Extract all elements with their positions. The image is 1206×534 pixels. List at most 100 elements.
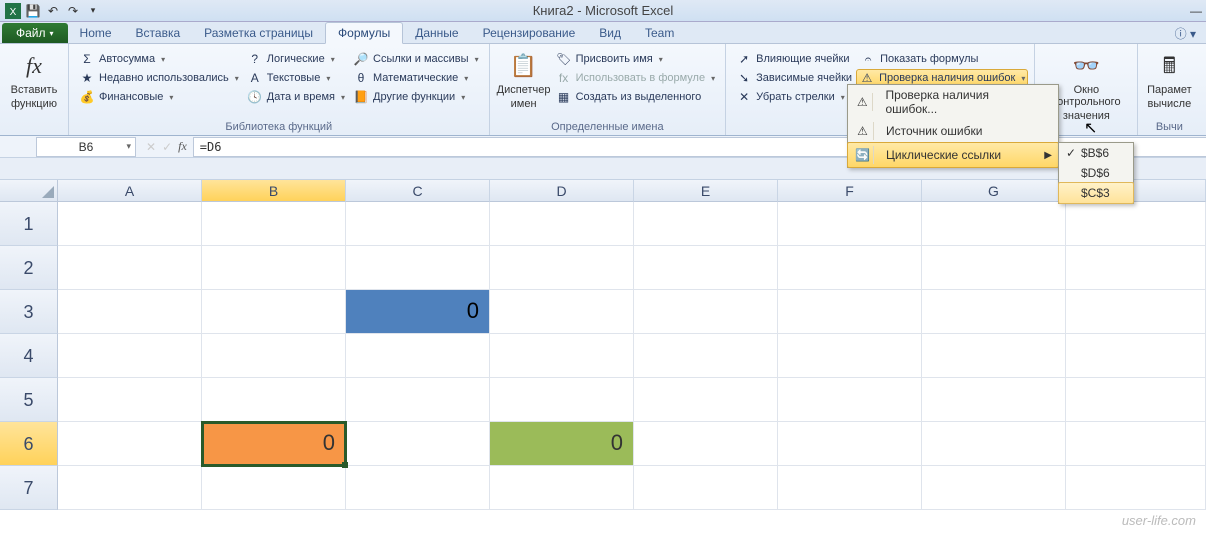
row-header-3[interactable]: 3 <box>0 290 58 334</box>
cell-E4[interactable] <box>634 334 778 378</box>
cell-D1[interactable] <box>490 202 634 246</box>
tab-data[interactable]: Данные <box>403 23 470 43</box>
cell-D3[interactable] <box>490 290 634 334</box>
recently-used-button[interactable]: ★Недавно использовались▾ <box>75 69 243 87</box>
cell-E6[interactable] <box>634 422 778 466</box>
worksheet-grid[interactable]: A B C D E F G 1230456007 <box>0 180 1206 510</box>
cell-B2[interactable] <box>202 246 346 290</box>
tab-home[interactable]: Home <box>68 23 124 43</box>
cell-D2[interactable] <box>490 246 634 290</box>
cell-D7[interactable] <box>490 466 634 510</box>
cell-C2[interactable] <box>346 246 490 290</box>
cell-B7[interactable] <box>202 466 346 510</box>
cell-A7[interactable] <box>58 466 202 510</box>
cell-H3[interactable] <box>1066 290 1206 334</box>
cell-G5[interactable] <box>922 378 1066 422</box>
cell-A2[interactable] <box>58 246 202 290</box>
fx-icon[interactable]: fx <box>178 139 187 154</box>
menu-item-error-check[interactable]: ⚠ Проверка наличия ошибок... <box>848 85 1058 119</box>
cell-B4[interactable] <box>202 334 346 378</box>
more-functions-button[interactable]: 📙Другие функции▾ <box>349 88 483 106</box>
undo-icon[interactable]: ↶ <box>44 2 62 20</box>
col-header-E[interactable]: E <box>634 180 778 202</box>
cell-F2[interactable] <box>778 246 922 290</box>
cell-H6[interactable] <box>1066 422 1206 466</box>
cell-G7[interactable] <box>922 466 1066 510</box>
create-from-selection-button[interactable]: ▦Создать из выделенного <box>552 88 720 106</box>
cell-H1[interactable] <box>1066 202 1206 246</box>
autosum-button[interactable]: ΣАвтосумма▾ <box>75 50 243 68</box>
cell-F7[interactable] <box>778 466 922 510</box>
col-header-B[interactable]: B <box>202 180 346 202</box>
menu-item-circular-refs[interactable]: 🔄 Циклические ссылки ▶ ✓ $B$6 $D$6 $C$3 <box>847 142 1059 168</box>
cell-H4[interactable] <box>1066 334 1206 378</box>
row-header-6[interactable]: 6 <box>0 422 58 466</box>
cell-E2[interactable] <box>634 246 778 290</box>
datetime-button[interactable]: 🕓Дата и время▾ <box>243 88 349 106</box>
cell-G6[interactable] <box>922 422 1066 466</box>
name-box[interactable]: B6 <box>36 137 136 157</box>
math-button[interactable]: θМатематические▾ <box>349 69 483 87</box>
circular-ref-item-0[interactable]: ✓ $B$6 <box>1059 143 1133 163</box>
cell-B5[interactable] <box>202 378 346 422</box>
enter-icon[interactable]: ✓ <box>162 140 172 154</box>
cell-C6[interactable] <box>346 422 490 466</box>
trace-precedents-button[interactable]: ➚Влияющие ячейки <box>732 50 856 68</box>
file-tab[interactable]: Файл▾ <box>2 23 68 43</box>
cell-C5[interactable] <box>346 378 490 422</box>
cancel-icon[interactable]: ✕ <box>146 140 156 154</box>
cell-H2[interactable] <box>1066 246 1206 290</box>
lookup-button[interactable]: 🔎Ссылки и массивы▾ <box>349 50 483 68</box>
minimize-icon[interactable]: — <box>1190 4 1202 18</box>
cell-F3[interactable] <box>778 290 922 334</box>
col-header-C[interactable]: C <box>346 180 490 202</box>
cell-C1[interactable] <box>346 202 490 246</box>
cell-H5[interactable] <box>1066 378 1206 422</box>
row-header-4[interactable]: 4 <box>0 334 58 378</box>
col-header-G[interactable]: G <box>922 180 1066 202</box>
menu-item-trace-error[interactable]: ⚠ Источник ошибки <box>848 119 1058 143</box>
calculation-options-button[interactable]: 🖩 Парамет вычисле <box>1144 46 1194 120</box>
tab-team[interactable]: Team <box>633 23 686 43</box>
tab-page-layout[interactable]: Разметка страницы <box>192 23 325 43</box>
circular-ref-item-2[interactable]: $C$3 <box>1058 182 1134 204</box>
tab-formulas[interactable]: Формулы <box>325 22 403 44</box>
row-header-1[interactable]: 1 <box>0 202 58 246</box>
help-icon[interactable]: ⓘ ▾ <box>1175 25 1196 42</box>
cell-C4[interactable] <box>346 334 490 378</box>
row-header-7[interactable]: 7 <box>0 466 58 510</box>
tab-view[interactable]: Вид <box>587 23 633 43</box>
row-header-2[interactable]: 2 <box>0 246 58 290</box>
redo-icon[interactable]: ↷ <box>64 2 82 20</box>
qat-customize-icon[interactable]: ▾ <box>84 2 102 20</box>
row-header-5[interactable]: 5 <box>0 378 58 422</box>
tab-review[interactable]: Рецензирование <box>471 23 588 43</box>
circular-ref-item-1[interactable]: $D$6 <box>1059 163 1133 183</box>
cell-D4[interactable] <box>490 334 634 378</box>
name-manager-button[interactable]: 📋 Диспетчер имен <box>496 46 552 120</box>
cell-B6[interactable]: 0 <box>202 422 346 466</box>
cell-G2[interactable] <box>922 246 1066 290</box>
insert-function-button[interactable]: fx Вставить функцию <box>6 46 62 120</box>
financial-button[interactable]: 💰Финансовые▾ <box>75 88 243 106</box>
cell-E3[interactable] <box>634 290 778 334</box>
tab-insert[interactable]: Вставка <box>124 23 193 43</box>
cell-D5[interactable] <box>490 378 634 422</box>
cell-D6[interactable]: 0 <box>490 422 634 466</box>
cell-E5[interactable] <box>634 378 778 422</box>
col-header-A[interactable]: A <box>58 180 202 202</box>
cell-E1[interactable] <box>634 202 778 246</box>
cell-A1[interactable] <box>58 202 202 246</box>
cell-B3[interactable] <box>202 290 346 334</box>
cell-A6[interactable] <box>58 422 202 466</box>
cell-G3[interactable] <box>922 290 1066 334</box>
cell-F1[interactable] <box>778 202 922 246</box>
cell-F4[interactable] <box>778 334 922 378</box>
show-formulas-button[interactable]: 𝄐Показать формулы <box>856 50 1028 68</box>
cell-B1[interactable] <box>202 202 346 246</box>
save-icon[interactable]: 💾 <box>24 2 42 20</box>
cell-F5[interactable] <box>778 378 922 422</box>
trace-dependents-button[interactable]: ➘Зависимые ячейки <box>732 69 856 87</box>
excel-app-icon[interactable]: X <box>4 2 22 20</box>
fill-handle[interactable] <box>342 462 348 468</box>
